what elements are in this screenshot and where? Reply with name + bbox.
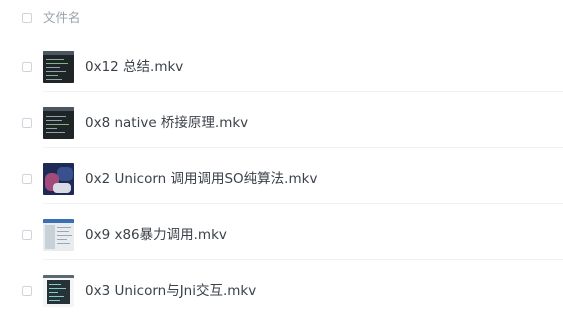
row-checkbox[interactable] [22, 286, 32, 296]
file-name[interactable]: 0x8 native 桥接原理.mkv [85, 114, 248, 132]
row-checkbox[interactable] [22, 230, 32, 240]
file-list: 文件名 0x12 总结.mkv 0x8 native 桥接原理.mkv 0x2 … [0, 0, 563, 313]
column-header-filename[interactable]: 文件名 [43, 10, 81, 26]
row-checkbox[interactable] [22, 62, 32, 72]
video-thumbnail[interactable] [43, 51, 74, 83]
file-name[interactable]: 0x9 x86暴力调用.mkv [85, 226, 227, 244]
file-row[interactable]: 0x8 native 桥接原理.mkv [0, 92, 563, 148]
list-header: 文件名 [0, 0, 563, 36]
file-row[interactable]: 0x3 Unicorn与Jni交互.mkv [0, 260, 563, 313]
file-name[interactable]: 0x2 Unicorn 调用调用SO纯算法.mkv [85, 170, 317, 188]
file-name[interactable]: 0x3 Unicorn与Jni交互.mkv [85, 282, 256, 300]
video-thumbnail[interactable] [43, 107, 74, 139]
video-thumbnail[interactable] [43, 219, 74, 251]
video-thumbnail[interactable] [43, 163, 74, 195]
file-row[interactable]: 0x12 总结.mkv [0, 36, 563, 92]
select-all-checkbox[interactable] [22, 13, 32, 23]
row-checkbox[interactable] [22, 174, 32, 184]
file-row[interactable]: 0x2 Unicorn 调用调用SO纯算法.mkv [0, 148, 563, 204]
video-thumbnail[interactable] [43, 275, 74, 307]
file-row[interactable]: 0x9 x86暴力调用.mkv [0, 204, 563, 260]
row-checkbox[interactable] [22, 118, 32, 128]
file-name[interactable]: 0x12 总结.mkv [85, 58, 183, 76]
